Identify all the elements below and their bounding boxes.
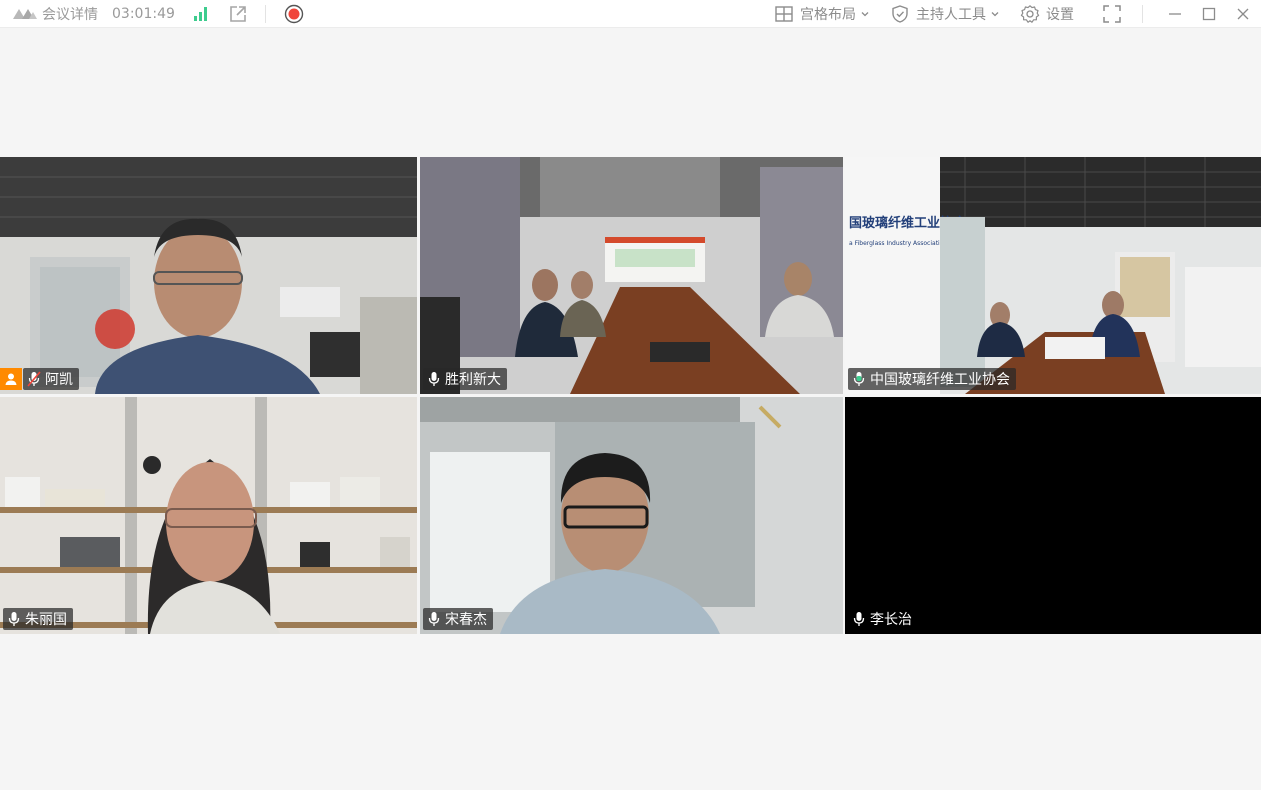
meeting-details-label: 会议详情 xyxy=(42,6,98,23)
title-bar: 会议详情 03:01:49 宫格布局 主持人工具 设置 xyxy=(0,0,1261,28)
participant-name: 宋春杰 xyxy=(445,612,487,628)
participant-name: 朱丽国 xyxy=(25,612,67,628)
microphone-icon xyxy=(853,612,865,626)
wall-sign-subtext: a Fiberglass Industry Association xyxy=(849,240,947,247)
participant-name: 阿凯 xyxy=(45,372,73,388)
host-tools-button[interactable]: 主持人工具 xyxy=(890,4,1000,24)
mic-muted-icon xyxy=(27,371,41,387)
participant-video-tile[interactable]: 胜利新大 xyxy=(420,157,843,394)
participant-label: 宋春杰 xyxy=(423,608,493,630)
chevron-down-icon xyxy=(861,11,869,16)
title-bar-right: 宫格布局 主持人工具 设置 xyxy=(754,0,1261,28)
microphone-icon xyxy=(428,372,440,386)
participant-video-tile[interactable]: 阿凯 xyxy=(0,157,417,394)
microphone-icon xyxy=(428,612,440,626)
participant-video-feed xyxy=(420,157,843,394)
participant-video-feed xyxy=(0,397,417,634)
recording-icon[interactable] xyxy=(284,4,304,24)
layout-menu-button[interactable]: 宫格布局 xyxy=(774,4,870,24)
grid-layout-icon xyxy=(775,5,793,22)
participant-video-tile-active-speaker[interactable]: 国玻璃纤维工业协会 a Fiberglass Industry Associat… xyxy=(845,157,1261,394)
meeting-details-button[interactable]: 会议详情 xyxy=(12,4,98,24)
participant-video-tile-video-off[interactable]: 李长治 xyxy=(845,397,1261,634)
pop-out-icon[interactable] xyxy=(229,5,247,23)
app-logo-icon xyxy=(13,8,37,19)
participant-video-tile[interactable]: 宋春杰 xyxy=(420,397,843,634)
shield-icon xyxy=(892,4,908,23)
network-signal-icon[interactable] xyxy=(193,6,209,22)
participant-video-feed xyxy=(0,157,417,394)
participant-label: 阿凯 xyxy=(23,368,79,390)
chevron-down-icon xyxy=(991,11,999,16)
microphone-speaking-icon xyxy=(853,372,865,386)
participant-video-feed: 国玻璃纤维工业协会 a Fiberglass Industry Associat… xyxy=(845,157,1261,394)
participant-name: 胜利新大 xyxy=(445,372,501,388)
minimize-icon[interactable] xyxy=(1167,6,1183,22)
microphone-icon xyxy=(8,612,20,626)
divider xyxy=(264,4,266,23)
participant-label: 朱丽国 xyxy=(3,608,73,630)
gear-icon xyxy=(1020,4,1040,23)
video-grid: 阿凯 胜利新大 国玻璃纤维工业协会 a Fiberglass Industry … xyxy=(0,157,1261,634)
close-icon[interactable] xyxy=(1235,6,1251,22)
participant-label: 李长治 xyxy=(848,608,918,630)
layout-label: 宫格布局 xyxy=(800,6,856,23)
settings-label: 设置 xyxy=(1046,6,1074,23)
settings-button[interactable]: 设置 xyxy=(1020,4,1074,24)
host-badge xyxy=(0,368,22,390)
maximize-icon[interactable] xyxy=(1201,6,1217,22)
participant-label: 胜利新大 xyxy=(423,368,507,390)
participant-name: 李长治 xyxy=(870,612,912,628)
host-user-icon xyxy=(5,373,17,385)
participant-name: 中国玻璃纤维工业协会 xyxy=(870,372,1010,388)
participant-video-tile[interactable]: 朱丽国 xyxy=(0,397,417,634)
meeting-timer: 03:01:49 xyxy=(112,5,175,22)
host-tools-label: 主持人工具 xyxy=(916,6,986,23)
fullscreen-icon[interactable] xyxy=(1102,4,1122,24)
title-bar-left: 会议详情 03:01:49 xyxy=(0,0,304,28)
participant-video-feed xyxy=(420,397,843,634)
participant-label: 中国玻璃纤维工业协会 xyxy=(848,368,1016,390)
divider xyxy=(1142,4,1143,23)
